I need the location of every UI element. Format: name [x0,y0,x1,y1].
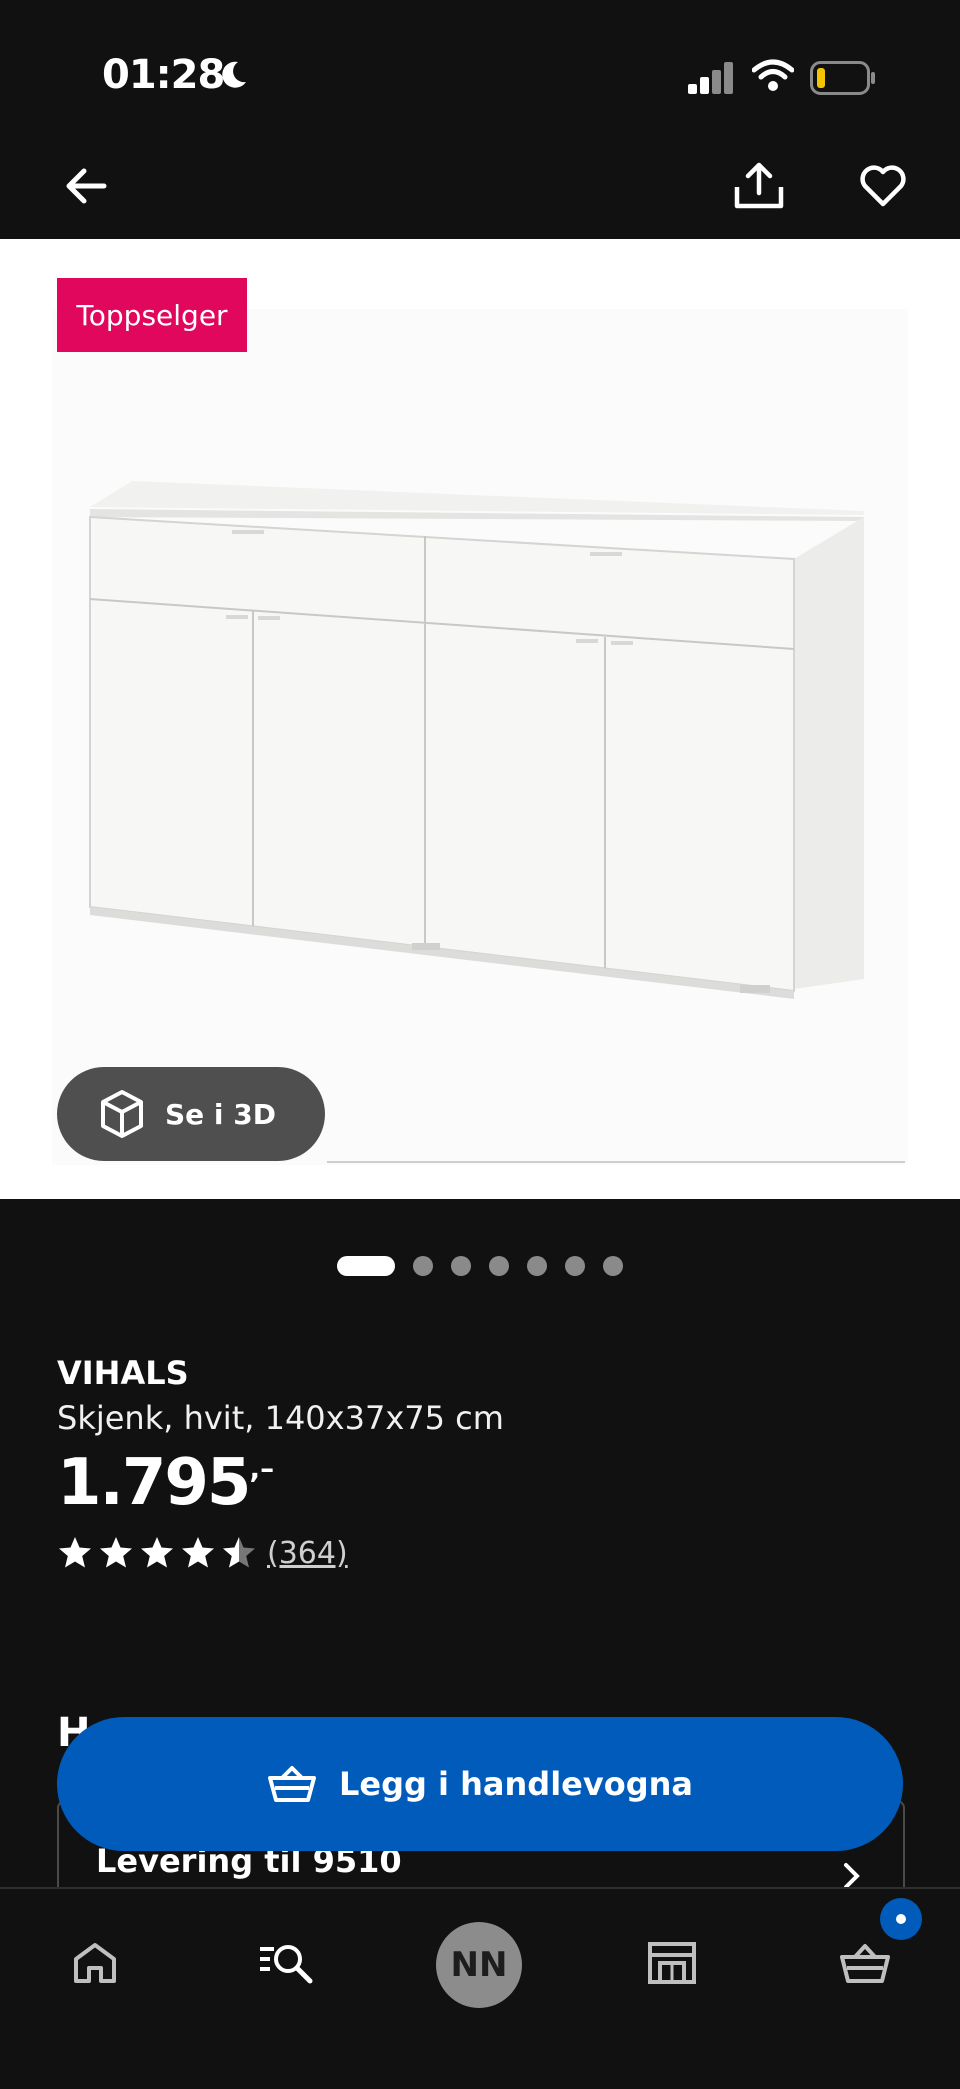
cart-icon [839,1941,891,1989]
rating-stars [59,1537,255,1568]
price-value: 1.795 [57,1446,251,1520]
carousel-indicator[interactable] [0,1256,960,1276]
share-button[interactable] [729,158,789,218]
product-description: Skjenk, hvit, 140x37x75 cm [57,1399,504,1437]
product-image [52,309,908,1165]
arrow-left-icon [64,166,108,210]
signal-icon [688,62,736,98]
tab-search[interactable] [226,1910,346,2020]
search-icon [258,1941,314,1989]
carousel-dot[interactable] [565,1256,585,1276]
carousel-dot[interactable] [451,1256,471,1276]
heart-icon [859,164,907,212]
star-icon [100,1537,132,1568]
price-suffix: ,– [249,1452,275,1485]
carousel-dot[interactable] [603,1256,623,1276]
share-icon [732,161,786,215]
add-to-cart-button[interactable]: Legg i handlevogna [57,1717,903,1851]
favorite-button[interactable] [853,158,913,218]
wifi-icon [751,58,795,96]
cart-badge [880,1898,922,1940]
store-icon [647,1941,697,1989]
cart-badge-dot [896,1914,906,1924]
star-icon [182,1537,214,1568]
half-star-icon [223,1537,255,1568]
battery-icon [810,61,876,99]
status-time: 01:28 [102,52,225,98]
star-icon [59,1537,91,1568]
tab-profile[interactable]: NN [419,1910,539,2020]
home-icon [72,1941,118,1989]
see-in-3d-label: Se i 3D [165,1097,276,1131]
review-count-link[interactable]: (364) [267,1536,348,1571]
avatar: NN [436,1922,522,2008]
tab-store[interactable] [612,1910,732,2020]
moon-icon [216,58,250,96]
product-brand: VIHALS [57,1354,189,1392]
carousel-dot[interactable] [413,1256,433,1276]
tab-home[interactable] [35,1910,155,2020]
cube-icon [99,1089,145,1139]
product-price: 1.795,– [57,1446,274,1520]
basket-icon [267,1764,317,1804]
star-icon [141,1537,173,1568]
add-to-cart-label: Legg i handlevogna [338,1765,693,1803]
back-button[interactable] [56,158,116,218]
carousel-dot[interactable] [337,1256,395,1276]
product-rating[interactable]: (364) [57,1535,348,1571]
carousel-dot[interactable] [489,1256,509,1276]
product-image-area[interactable] [0,239,960,1199]
see-in-3d-button[interactable]: Se i 3D [57,1067,325,1161]
top-seller-badge: Toppselger [57,278,247,352]
carousel-dot[interactable] [527,1256,547,1276]
